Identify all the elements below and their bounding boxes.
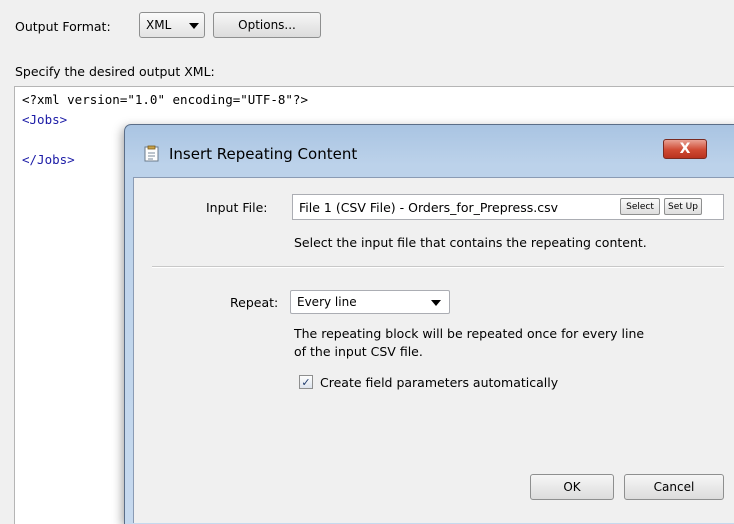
setup-button[interactable]: Set Up [664,198,702,215]
divider [152,266,724,268]
dialog-body: Input File: File 1 (CSV File) - Orders_f… [133,177,734,523]
editor-label: Specify the desired output XML: [15,64,215,79]
chevron-down-icon [431,300,441,306]
jobs-open-tag: <Jobs> [22,112,68,127]
output-format-value: XML [146,18,172,32]
ok-button[interactable]: OK [530,474,614,500]
xml-declaration-line: <?xml version="1.0" encoding="UTF-8"?> [22,92,308,107]
repeat-help-line-1: The repeating block will be repeated onc… [294,326,645,341]
repeat-help-line-2: of the input CSV file. [294,344,423,359]
repeat-select[interactable]: Every line [290,290,450,314]
input-file-help: Select the input file that contains the … [294,235,647,250]
input-file-label: Input File: [206,200,268,215]
create-field-parameters-checkbox[interactable]: ✓ [299,375,313,389]
dialog-title: Insert Repeating Content [169,145,358,163]
repeat-value: Every line [297,295,357,309]
repeat-label: Repeat: [230,295,279,310]
jobs-close-tag: </Jobs> [22,152,75,167]
chevron-down-icon [189,23,199,29]
cancel-button[interactable]: Cancel [624,474,724,500]
dialog-icon [144,145,159,162]
create-field-parameters-label: Create field parameters automatically [320,375,559,390]
output-format-label: Output Format: [15,19,111,34]
output-format-select[interactable]: XML [139,12,205,38]
input-file-value: File 1 (CSV File) - Orders_for_Prepress.… [299,199,558,215]
close-button[interactable]: X [663,139,707,159]
select-button[interactable]: Select [620,198,660,215]
insert-repeating-content-dialog: Insert Repeating Content X Input File: F… [124,124,734,524]
options-button[interactable]: Options... [213,12,321,38]
